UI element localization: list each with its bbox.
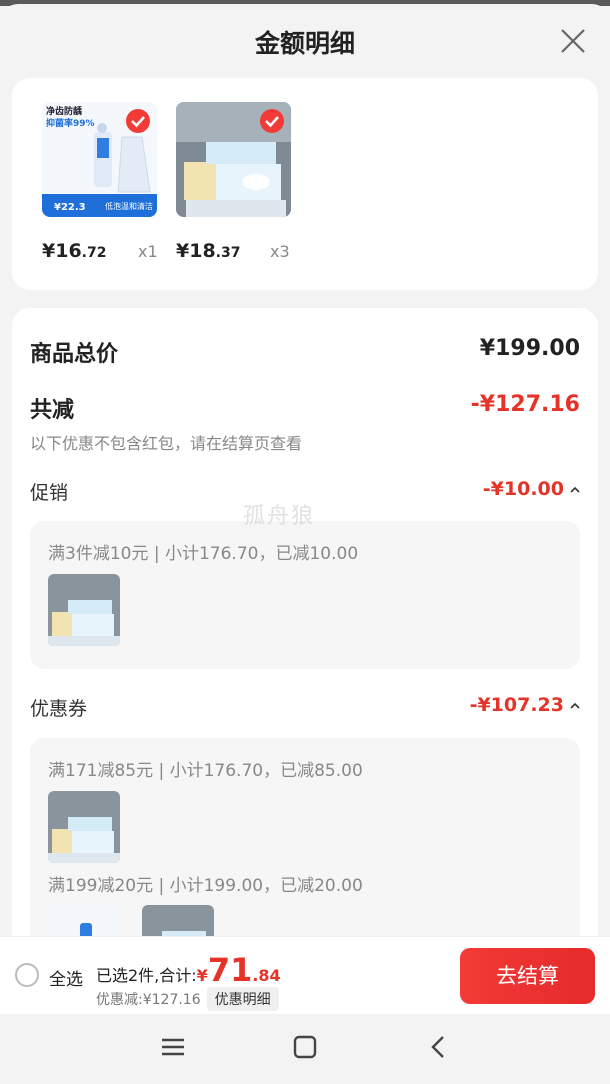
promo-amount: -¥10.00 [482,478,564,500]
sheet-title: 金额明细 [254,29,355,58]
product-thumbnail-tissue [176,102,291,217]
total-row: 商品总价 ¥199.00 [30,336,580,368]
product-item[interactable]: 净齿防龋 抑菌率99% ¥22.3 低泡温和清洁 ¥16.72 x1 [42,102,158,262]
coupon-product-thumb [48,791,120,863]
product-item[interactable]: ¥18.37 x3 [176,102,291,262]
reduce-note: 以下优惠不包含红包，请在结算页查看 [30,434,303,453]
coupon-line: 满171减85元 | 小计176.70，已减85.00 [48,761,363,781]
select-all-label[interactable]: 全选 [49,965,83,990]
reduce-label: 共减 [30,398,75,423]
back-icon[interactable] [424,1032,454,1062]
promo-detail-box: 满3件减10元 | 小计176.70，已减10.00 [30,521,580,669]
total-decimal: .84 [252,966,281,985]
thumb-line: 低泡温和清洁 [105,202,153,211]
reduce-row: 共减 -¥127.16 [30,392,580,424]
promo-product-thumb [48,574,120,646]
menu-icon[interactable] [158,1032,188,1062]
coupon-value: -¥107.23 [470,694,580,716]
thumb-line: 抑菌率99% [46,119,95,129]
thumb-text: 净齿防龋 抑菌率99% [46,106,95,130]
total-currency: ¥ [196,966,208,985]
chevron-up-icon [570,702,580,709]
promo-value: -¥10.00 [483,478,580,500]
check-badge-icon [260,109,284,133]
product-qty: x1 [138,242,158,261]
select-all-radio[interactable] [15,963,39,987]
thumb-line: 净齿防龋 [46,107,83,117]
selected-text: 已选2件,合计: [96,966,197,985]
tissue-image [48,574,120,646]
coupon-amount: -¥107.23 [469,694,564,716]
discount-summary: 优惠减:¥127.16 优惠明细 [96,987,279,1011]
product-thumbnail-toothpaste: 净齿防龋 抑菌率99% ¥22.3 低泡温和清洁 [42,102,157,217]
selected-products-card: 净齿防龋 抑菌率99% ¥22.3 低泡温和清洁 ¥16.72 x1 ¥18.3… [12,78,598,290]
coupon-label: 优惠券 [30,698,88,720]
coupon-header[interactable]: 优惠券 -¥107.23 [30,694,580,721]
watermark: 孤舟狼 [243,504,316,529]
amount-detail-sheet: 金额明细 净齿防龋 抑菌率99% ¥22.3 低泡温和清洁 ¥16.72 x1 … [0,4,610,1084]
selected-summary: 已选2件,合计:¥71.84 [96,951,281,989]
checkout-bar: 全选 已选2件,合计:¥71.84 优惠减:¥127.16 优惠明细 去结算 [0,936,610,1014]
discount-detail-button[interactable]: 优惠明细 [206,987,279,1011]
discount-text: 优惠减:¥127.16 [96,992,201,1008]
price-dec: .37 [215,245,241,261]
thumb-line: ¥22.3 [54,202,86,213]
product-price: ¥18.37 [176,240,240,262]
close-icon[interactable] [560,28,586,54]
total-value: ¥199.00 [479,336,580,361]
product-qty: x3 [270,242,290,261]
check-badge-icon [126,109,150,133]
coupon-line: 满199减20元 | 小计199.00，已减20.00 [48,876,363,896]
tissue-image [48,791,120,863]
chevron-up-icon [570,486,580,493]
reduce-value: -¥127.16 [470,392,580,417]
promo-label: 促销 [30,482,69,504]
price-int: ¥16 [42,240,82,262]
system-nav-bar [0,1014,610,1084]
product-price: ¥16.72 [42,240,106,262]
total-integer: 71 [207,951,253,989]
page: 金额明细 净齿防龋 抑菌率99% ¥22.3 低泡温和清洁 ¥16.72 x1 … [0,0,610,1084]
price-dec: .72 [81,245,107,261]
sheet-header: 金额明细 [0,4,610,78]
home-icon[interactable] [290,1032,320,1062]
promo-line: 满3件减10元 | 小计176.70，已减10.00 [48,544,359,564]
checkout-button[interactable]: 去结算 [460,948,595,1004]
total-label: 商品总价 [30,342,119,367]
price-int: ¥18 [176,240,216,262]
